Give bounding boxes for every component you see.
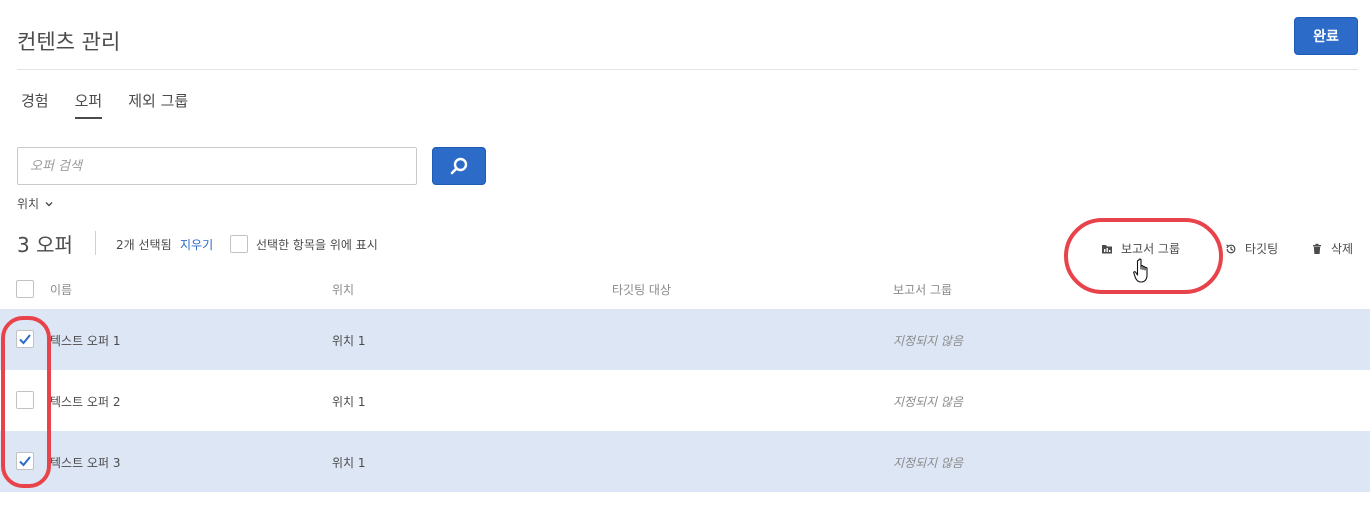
table-row[interactable]: 텍스트 오퍼 2 위치 1 지정되지 않음	[0, 370, 1370, 431]
row-report-group: 지정되지 않음	[893, 456, 964, 470]
row-report-group: 지정되지 않음	[893, 334, 964, 348]
targeting-label: 타깃팅	[1245, 242, 1279, 256]
tab-offers[interactable]: 오퍼	[74, 90, 103, 119]
delete-button[interactable]: 삭제	[1311, 240, 1353, 257]
location-filter[interactable]: 위치	[17, 195, 54, 212]
hand-pointer-icon	[1133, 258, 1148, 283]
selection-count: 2개 선택됨	[116, 238, 172, 252]
table-row[interactable]: 텍스트 오퍼 3 위치 1 지정되지 않음	[0, 431, 1370, 492]
show-selected-label: 선택한 항목을 위에 표시	[256, 238, 378, 252]
targeting-button[interactable]: 타깃팅	[1225, 240, 1278, 257]
tab-exclusion-groups[interactable]: 제외 그룹	[128, 90, 188, 119]
row-report-group: 지정되지 않음	[893, 395, 964, 409]
show-selected-checkbox[interactable]	[230, 235, 248, 253]
row-location: 위치 1	[332, 395, 366, 409]
offer-count: 3 오퍼	[17, 233, 73, 257]
search-button[interactable]	[432, 147, 486, 185]
column-header-targeting[interactable]: 타깃팅 대상	[612, 281, 671, 298]
tab-bar: 경험 오퍼 제외 그룹	[21, 90, 214, 119]
location-filter-label: 위치	[17, 197, 40, 211]
header-divider	[17, 69, 1358, 70]
trash-icon	[1313, 243, 1321, 254]
chevron-down-icon	[45, 201, 53, 206]
row-location: 위치 1	[332, 456, 366, 470]
clear-selection-link[interactable]: 지우기	[180, 236, 213, 253]
page-title: 컨텐츠 관리	[17, 30, 121, 54]
delete-label: 삭제	[1331, 242, 1354, 256]
row-name: 텍스트 오퍼 3	[50, 456, 121, 470]
count-divider	[95, 231, 96, 255]
history-icon	[1226, 243, 1236, 253]
row-location: 위치 1	[332, 334, 366, 348]
row-name: 텍스트 오퍼 1	[50, 334, 121, 348]
select-all-checkbox[interactable]	[16, 280, 34, 298]
search-icon	[450, 157, 468, 175]
column-header-report-group[interactable]: 보고서 그룹	[893, 281, 952, 298]
table-row[interactable]: 텍스트 오퍼 1 위치 1 지정되지 않음	[0, 309, 1370, 370]
column-header-location[interactable]: 위치	[332, 281, 354, 298]
search-input[interactable]	[17, 147, 417, 185]
tab-experiences[interactable]: 경험	[21, 90, 49, 119]
highlight-row-checkboxes	[1, 316, 51, 488]
row-name: 텍스트 오퍼 2	[50, 395, 121, 409]
done-button[interactable]: 완료	[1294, 17, 1358, 55]
column-header-name[interactable]: 이름	[50, 281, 72, 298]
